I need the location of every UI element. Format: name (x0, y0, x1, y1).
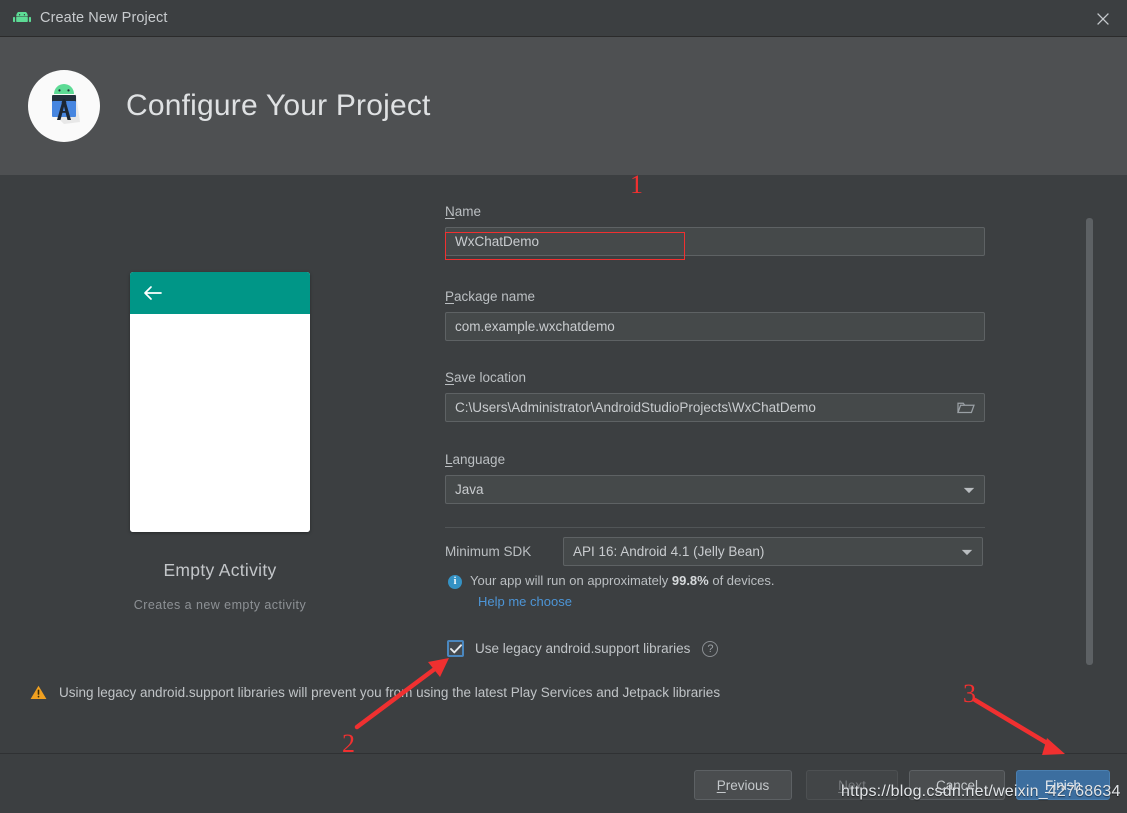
close-icon[interactable] (1079, 0, 1127, 37)
window-titlebar: Create New Project (0, 0, 1127, 37)
language-label: Language (445, 452, 505, 467)
question-mark-icon[interactable]: ? (702, 641, 718, 657)
template-preview-panel: Empty Activity Creates a new empty activ… (0, 175, 440, 672)
android-studio-logo-icon (28, 70, 100, 142)
name-input[interactable]: WxChatDemo (445, 227, 985, 256)
minimum-sdk-label: Minimum SDK (445, 544, 563, 559)
preview-canvas (130, 314, 310, 532)
save-location-value: C:\Users\Administrator\AndroidStudioProj… (455, 400, 816, 415)
form-scrollbar[interactable] (1083, 175, 1096, 672)
language-value: Java (455, 482, 484, 497)
name-label: Name (445, 204, 481, 219)
create-new-project-dialog: Create New Project Configure Your Projec… (0, 0, 1127, 813)
sdk-device-coverage-info: i Your app will run on approximately 99.… (448, 573, 775, 589)
save-location-label: Save location (445, 370, 526, 385)
package-name-value: com.example.wxchatdemo (455, 319, 615, 334)
back-arrow-icon (143, 285, 162, 301)
package-name-label: Package name (445, 289, 535, 304)
folder-icon[interactable] (956, 399, 976, 417)
use-legacy-libraries-checkbox[interactable] (447, 640, 464, 657)
minimum-sdk-select[interactable]: API 16: Android 4.1 (Jelly Bean) (563, 537, 983, 566)
activity-preview-thumbnail (130, 272, 310, 532)
field-group-save-location: Save location C:\Users\Administrator\And… (445, 369, 985, 422)
warning-triangle-icon (30, 685, 47, 705)
checkmark-icon (450, 644, 462, 654)
field-group-package-name: Package name com.example.wxchatdemo (445, 288, 985, 341)
form-divider (445, 527, 985, 528)
warning-message: Using legacy android.support libraries w… (59, 685, 720, 700)
page-title: Configure Your Project (126, 89, 431, 123)
form-scrollbar-thumb[interactable] (1086, 218, 1093, 665)
annotation-number-1: 1 (630, 170, 643, 200)
annotation-number-2: 2 (342, 729, 355, 759)
legacy-libraries-row: Use legacy android.support libraries ? (447, 640, 718, 657)
info-icon: i (448, 575, 462, 589)
template-name: Empty Activity (163, 560, 276, 581)
save-location-input[interactable]: C:\Users\Administrator\AndroidStudioProj… (445, 393, 985, 422)
field-group-name: Name WxChatDemo (445, 203, 985, 256)
dialog-body: Empty Activity Creates a new empty activ… (0, 175, 1127, 672)
field-group-language: Language Java (445, 451, 985, 504)
previous-button[interactable]: Previous (694, 770, 792, 800)
help-me-choose-link[interactable]: Help me choose (478, 594, 572, 609)
device-percentage: 99.8% (672, 573, 709, 588)
package-name-input[interactable]: com.example.wxchatdemo (445, 312, 985, 341)
use-legacy-libraries-label[interactable]: Use legacy android.support libraries (475, 641, 690, 656)
template-description: Creates a new empty activity (134, 598, 306, 612)
field-group-minimum-sdk: Minimum SDK API 16: Android 4.1 (Jelly B… (445, 537, 983, 566)
annotation-number-3: 3 (963, 679, 976, 709)
sdk-coverage-text: Your app will run on approximately 99.8%… (470, 573, 775, 588)
minimum-sdk-value: API 16: Android 4.1 (Jelly Bean) (573, 544, 764, 559)
preview-appbar (130, 272, 310, 314)
name-input-value: WxChatDemo (455, 234, 539, 249)
validation-warning: Using legacy android.support libraries w… (0, 672, 1127, 753)
chevron-down-icon (961, 544, 973, 559)
window-title: Create New Project (40, 10, 168, 26)
android-robot-icon (13, 9, 31, 27)
dialog-header: Configure Your Project (0, 37, 1127, 175)
language-select[interactable]: Java (445, 475, 985, 504)
watermark-url: https://blog.csdn.net/weixin_42768634 (841, 783, 1121, 801)
chevron-down-icon (963, 482, 975, 497)
